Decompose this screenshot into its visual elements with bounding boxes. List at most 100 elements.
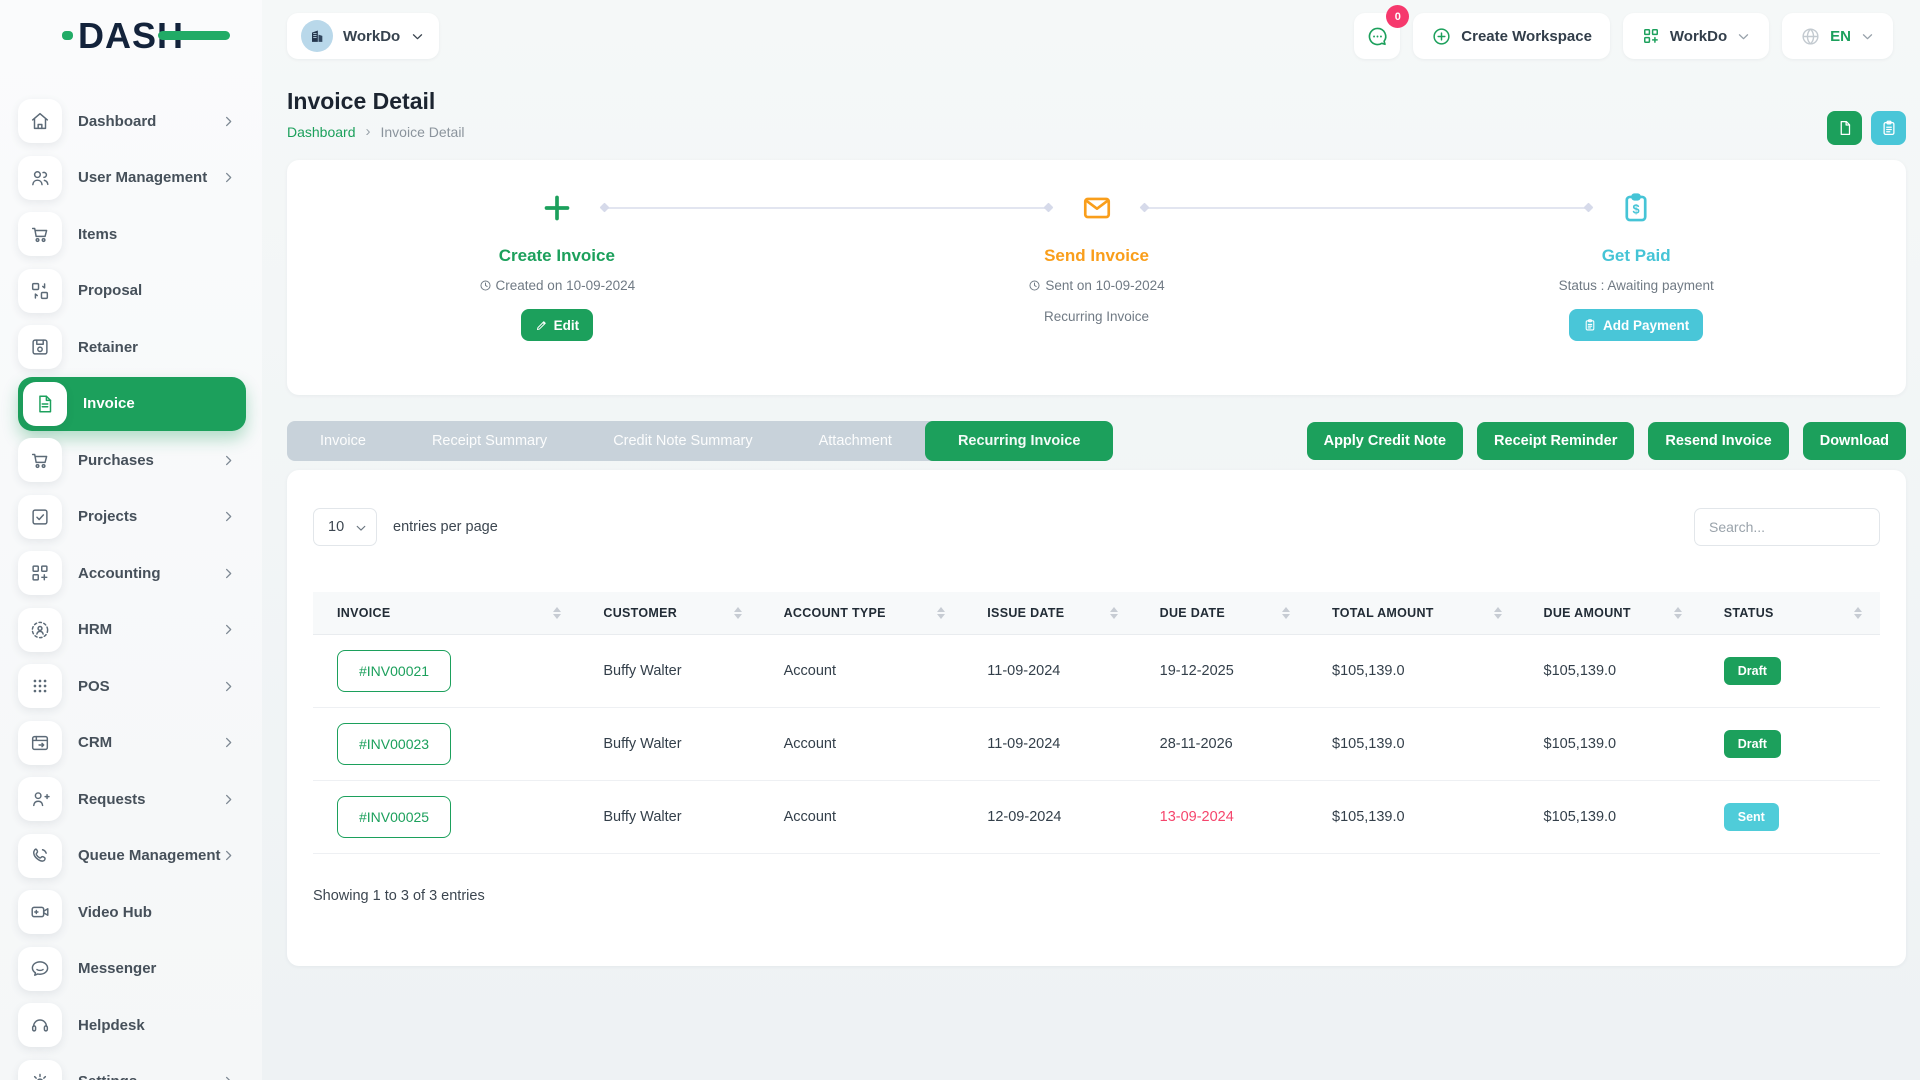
logo-bar-icon	[158, 31, 230, 40]
sidebar-item-label: Settings	[78, 1073, 137, 1080]
chevron-down-icon	[410, 29, 425, 44]
column-header-due-amount[interactable]: DUE AMOUNT	[1520, 592, 1700, 634]
chevron-right-icon	[221, 848, 236, 863]
account-type-cell: Account	[784, 809, 836, 825]
language-selector[interactable]: EN	[1782, 13, 1893, 59]
sidebar-item-helpdesk[interactable]: Helpdesk	[18, 1003, 246, 1047]
total-amount-cell: $105,139.0	[1332, 736, 1405, 752]
invoice-number-link[interactable]: #INV00025	[337, 796, 451, 838]
headset-icon	[18, 1003, 62, 1047]
grid-plus-icon	[18, 551, 62, 595]
sidebar-item-items[interactable]: Items	[18, 212, 246, 256]
download-button[interactable]: Download	[1803, 422, 1906, 460]
step-subtitle: Created on 10-09-2024	[287, 278, 827, 293]
sidebar-item-requests[interactable]: Requests	[18, 777, 246, 821]
sidebar-item-user-management[interactable]: User Management	[18, 156, 246, 200]
workspace-switcher[interactable]: WorkDo	[287, 13, 439, 59]
invoice-number-link[interactable]: #INV00023	[337, 723, 451, 765]
issue-date-cell: 11-09-2024	[987, 663, 1060, 679]
tab-recurring-invoice[interactable]: Recurring Invoice	[925, 421, 1113, 461]
duplicate-invoice-icon-button[interactable]	[1871, 111, 1906, 145]
chevron-right-icon	[221, 679, 236, 694]
sidebar-item-accounting[interactable]: Accounting	[18, 551, 246, 595]
column-header-customer[interactable]: CUSTOMER	[579, 592, 759, 634]
sidebar-item-label: Purchases	[78, 452, 154, 469]
sidebar-item-projects[interactable]: Projects	[18, 495, 246, 539]
step-create-invoice: Create Invoice Created on 10-09-2024 Edi…	[287, 160, 827, 395]
brand-logo[interactable]: DASH	[0, 0, 262, 72]
step-connector	[605, 207, 1049, 209]
breadcrumb: Dashboard › Invoice Detail	[287, 123, 465, 140]
sidebar-item-pos[interactable]: POS	[18, 664, 246, 708]
step-get-paid: $ Get Paid Status : Awaiting payment Add…	[1366, 160, 1906, 395]
swap-boxes-icon	[18, 269, 62, 313]
chevron-right-icon	[221, 509, 236, 524]
sidebar-item-proposal[interactable]: Proposal	[18, 269, 246, 313]
sidebar-item-label: POS	[78, 678, 110, 695]
receipt-reminder-button[interactable]: Receipt Reminder	[1477, 422, 1634, 460]
customer-cell: Buffy Walter	[603, 663, 681, 679]
pencil-icon	[535, 319, 548, 332]
sidebar-item-label: Dashboard	[78, 113, 156, 130]
sidebar-item-label: Proposal	[78, 282, 142, 299]
resend-invoice-button[interactable]: Resend Invoice	[1648, 422, 1788, 460]
search-input[interactable]	[1694, 508, 1880, 546]
create-workspace-button[interactable]: Create Workspace	[1413, 13, 1610, 59]
sidebar-item-label: Retainer	[78, 339, 138, 356]
clock-icon	[1028, 279, 1041, 292]
sidebar-item-retainer[interactable]: Retainer	[18, 325, 246, 369]
messages-badge: 0	[1386, 5, 1409, 28]
clock-icon	[479, 279, 492, 292]
entries-per-page-select[interactable]: 10	[313, 508, 377, 546]
edit-invoice-button[interactable]: Edit	[521, 309, 594, 341]
sidebar-item-hrm[interactable]: HRM	[18, 608, 246, 652]
column-label: ACCOUNT TYPE	[784, 606, 886, 620]
column-header-status[interactable]: STATUS	[1700, 592, 1880, 634]
tab-receipt-summary[interactable]: Receipt Summary	[399, 421, 580, 461]
breadcrumb-current: Invoice Detail	[381, 124, 465, 140]
column-header-issue-date[interactable]: ISSUE DATE	[963, 592, 1135, 634]
tab-invoice[interactable]: Invoice	[287, 421, 399, 461]
sidebar-item-queue-management[interactable]: Queue Management	[18, 834, 246, 878]
chevron-right-icon	[221, 453, 236, 468]
invoice-number-link[interactable]: #INV00021	[337, 650, 451, 692]
sidebar-item-label: Invoice	[83, 395, 135, 412]
column-label: INVOICE	[337, 606, 391, 620]
table-header-row: INVOICECUSTOMERACCOUNT TYPEISSUE DATEDUE…	[313, 592, 1880, 634]
sidebar-item-video-hub[interactable]: Video Hub	[18, 890, 246, 934]
sidebar-item-label: Projects	[78, 508, 137, 525]
messages-button[interactable]: 0	[1354, 13, 1400, 59]
sidebar-item-settings[interactable]: Settings	[18, 1060, 246, 1080]
recurring-invoice-card: 10 entries per page INVOICECUSTOMERACCOU…	[287, 470, 1906, 966]
breadcrumb-dashboard-link[interactable]: Dashboard	[287, 124, 356, 140]
page-title: Invoice Detail	[287, 88, 465, 115]
sidebar-item-messenger[interactable]: Messenger	[18, 947, 246, 991]
chevron-down-icon	[1860, 29, 1875, 44]
svg-text:$: $	[1633, 202, 1640, 217]
gear-icon	[18, 1060, 62, 1080]
sidebar-item-crm[interactable]: CRM	[18, 721, 246, 765]
sidebar-item-purchases[interactable]: Purchases	[18, 438, 246, 482]
tab-attachment[interactable]: Attachment	[786, 421, 925, 461]
status-badge: Draft	[1724, 730, 1781, 758]
create-invoice-icon-button[interactable]	[1827, 111, 1862, 145]
chat-icon	[1366, 25, 1389, 48]
sort-icon	[1110, 607, 1118, 619]
sidebar-item-dashboard[interactable]: Dashboard	[18, 99, 246, 143]
column-header-total-amount[interactable]: TOTAL AMOUNT	[1308, 592, 1520, 634]
column-header-account-type[interactable]: ACCOUNT TYPE	[760, 592, 964, 634]
sidebar-item-invoice[interactable]: Invoice	[18, 377, 246, 431]
globe-icon	[1800, 26, 1821, 47]
workdo-menu-button[interactable]: WorkDo	[1623, 13, 1769, 59]
column-label: CUSTOMER	[603, 606, 677, 620]
workdo-menu-label: WorkDo	[1670, 28, 1727, 45]
table-row: #INV00025Buffy WalterAccount12-09-202413…	[313, 780, 1880, 853]
apply-credit-note-button[interactable]: Apply Credit Note	[1307, 422, 1463, 460]
issue-date-cell: 11-09-2024	[987, 736, 1060, 752]
tab-credit-note-summary[interactable]: Credit Note Summary	[580, 421, 785, 461]
step-subtitle: Sent on 10-09-2024	[827, 278, 1367, 293]
column-header-due-date[interactable]: DUE DATE	[1136, 592, 1308, 634]
sort-icon	[734, 607, 742, 619]
column-header-invoice[interactable]: INVOICE	[313, 592, 579, 634]
add-payment-button[interactable]: Add Payment	[1569, 309, 1703, 341]
